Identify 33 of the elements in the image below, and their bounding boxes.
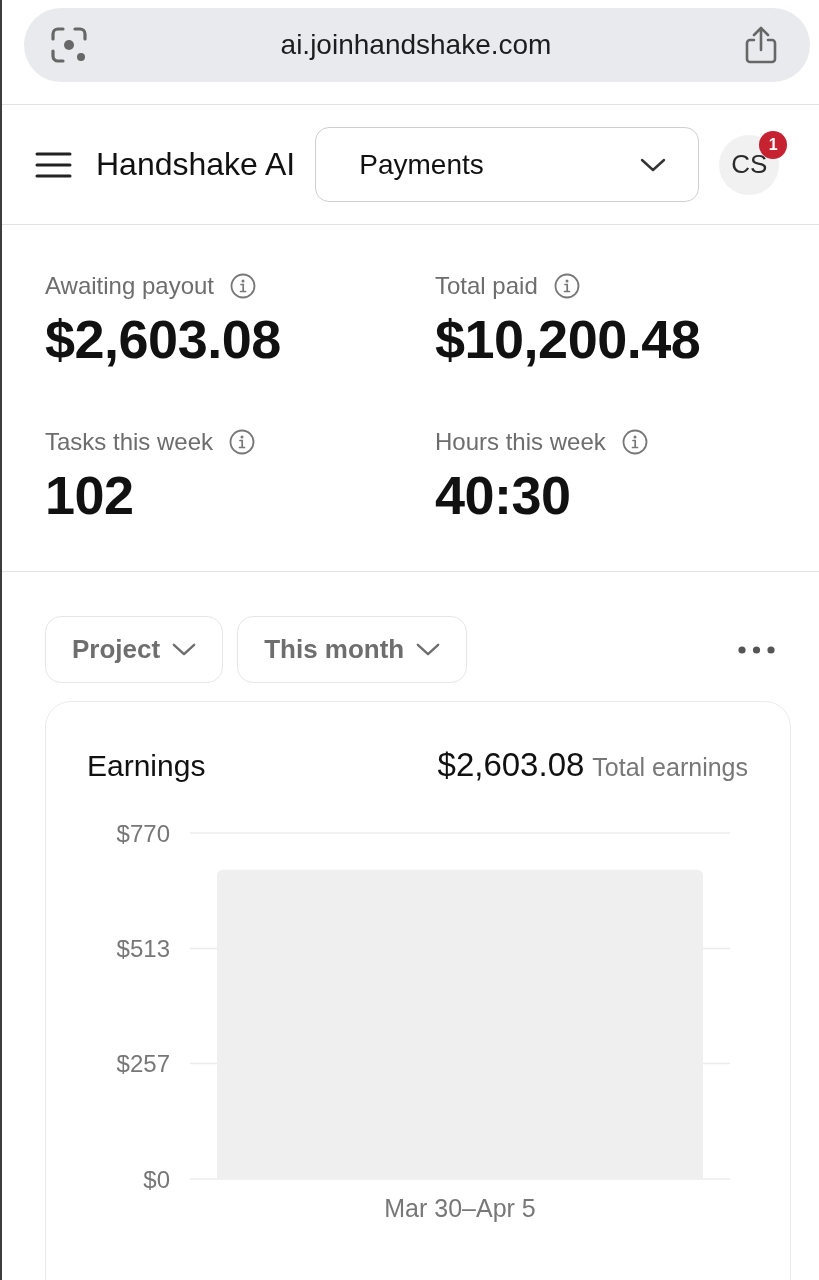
share-icon[interactable] <box>744 25 778 65</box>
camera-icon[interactable] <box>50 26 88 64</box>
more-icon[interactable] <box>738 645 775 654</box>
stat-value: $10,200.48 <box>435 311 701 367</box>
chevron-down-icon <box>172 643 197 656</box>
stat-label: Awaiting payout <box>45 271 214 301</box>
total-earnings-label: Total earnings <box>592 753 748 782</box>
stat-label: Hours this week <box>435 427 606 457</box>
info-icon[interactable] <box>230 273 256 299</box>
total-earnings-value: $2,603.08 <box>437 746 585 784</box>
info-icon[interactable] <box>553 273 580 299</box>
stat-value: 102 <box>45 467 134 523</box>
axis-label: $257 <box>116 1050 170 1077</box>
stat-label: Tasks this week <box>45 427 214 457</box>
card-title: Earnings <box>87 749 206 783</box>
app-title: Handshake AI <box>96 146 296 183</box>
axis-label: $770 <box>116 819 170 847</box>
stat-value: 40:30 <box>435 467 571 523</box>
chevron-down-icon <box>640 157 667 172</box>
stat-label: Total paid <box>435 271 538 301</box>
stat-value: $2,603.08 <box>45 311 281 367</box>
address-bar[interactable]: ai.joinhandshake.com <box>24 8 810 82</box>
chevron-down-icon <box>416 643 441 656</box>
axis-label: $0 <box>143 1165 170 1193</box>
page-select[interactable]: Payments <box>315 127 700 202</box>
url-text: ai.joinhandshake.com <box>279 29 553 61</box>
info-icon[interactable] <box>621 429 648 455</box>
axis-label: $513 <box>116 935 170 962</box>
axis-label: Mar 30–Apr 5 <box>384 1194 536 1222</box>
filter-dropdown[interactable]: Project <box>45 616 224 683</box>
menu-icon[interactable] <box>35 151 72 178</box>
filter-dropdown[interactable]: This month <box>237 616 468 683</box>
info-icon[interactable] <box>229 429 256 455</box>
